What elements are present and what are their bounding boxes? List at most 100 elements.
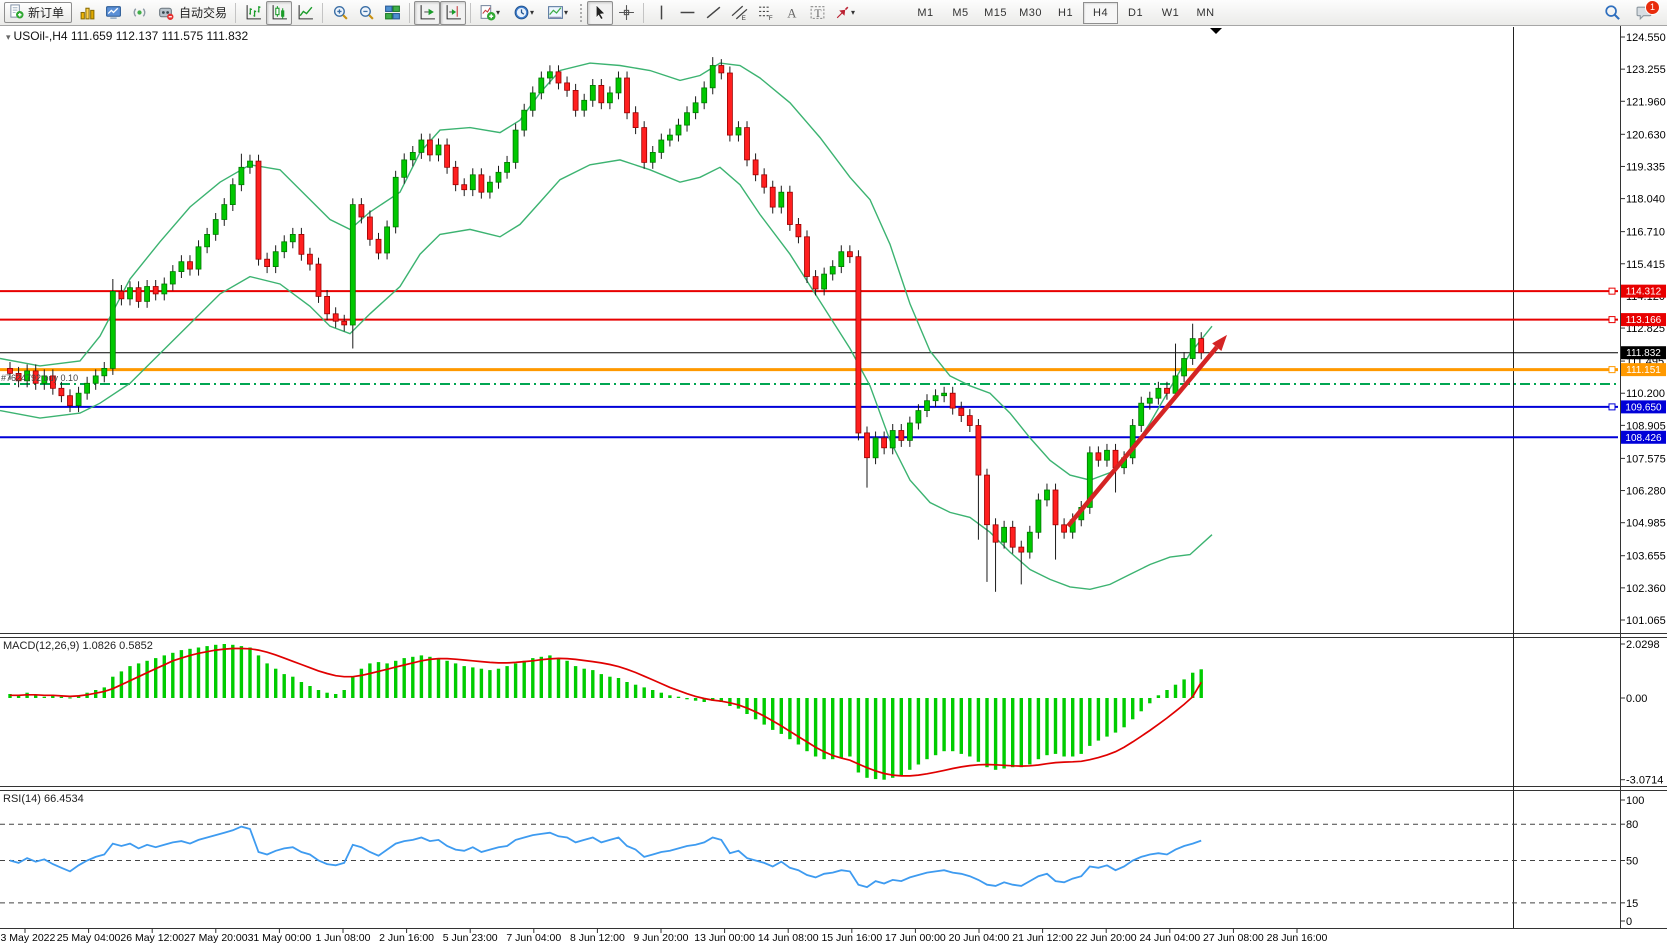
svg-text:101.065: 101.065 — [1626, 615, 1666, 627]
fibonacci-button[interactable]: F — [752, 1, 778, 25]
timeframe-button-W1[interactable]: W1 — [1153, 2, 1188, 24]
signals-button[interactable] — [126, 1, 152, 25]
crosshair-icon — [618, 4, 635, 21]
tile-windows-button[interactable] — [379, 1, 405, 25]
toolbar-separator — [235, 3, 236, 23]
chevron-down-icon: ▾ — [496, 8, 504, 17]
svg-text:1 Jun 08:00: 1 Jun 08:00 — [316, 932, 371, 944]
symbol-ohlc-text: USOil-,H4 111.659 112.137 111.575 111.83… — [14, 29, 249, 43]
timeframe-button-MN[interactable]: MN — [1188, 2, 1223, 24]
cursor-button[interactable] — [587, 1, 613, 25]
svg-text:28 Jun 16:00: 28 Jun 16:00 — [1267, 932, 1328, 944]
svg-text:A: A — [787, 6, 797, 20]
bar-chart-button[interactable] — [240, 1, 266, 25]
timeframe-button-M15[interactable]: M15 — [978, 2, 1013, 24]
svg-text:13 Jun 00:00: 13 Jun 00:00 — [694, 932, 755, 944]
auto-scroll-button[interactable] — [414, 1, 440, 25]
templates-button[interactable]: ▾ — [543, 1, 577, 25]
order-line-label: #7624792 buy 0.10 — [1, 373, 78, 383]
svg-text:2.0298: 2.0298 — [1626, 639, 1660, 651]
line-chart-button[interactable] — [292, 1, 318, 25]
timeframe-button-M5[interactable]: M5 — [943, 2, 978, 24]
equidistant-channel-button[interactable]: E — [726, 1, 752, 25]
macd-axis[interactable]: 2.02980.00-3.0714 — [1620, 639, 1663, 787]
toolbar-separator — [643, 3, 644, 23]
chart-shift-button[interactable] — [440, 1, 466, 25]
svg-text:F: F — [768, 15, 772, 21]
svg-text:121.960: 121.960 — [1626, 96, 1666, 108]
market-watch-icon — [105, 4, 122, 21]
time-axis[interactable]: 23 May 202225 May 04:0026 May 12:0027 Ma… — [0, 929, 1328, 944]
svg-text:111.151: 111.151 — [1626, 365, 1661, 376]
svg-text:50: 50 — [1626, 856, 1638, 868]
charts-button[interactable] — [74, 1, 100, 25]
horizontal-line-icon — [679, 4, 696, 21]
svg-text:115.415: 115.415 — [1626, 259, 1665, 271]
text-label-button[interactable]: T — [804, 1, 830, 25]
signals-icon — [131, 4, 148, 21]
rsi-axis[interactable]: 1008050150 — [1620, 795, 1644, 928]
notifications-button[interactable]: 1 — [1631, 1, 1657, 25]
arrows-icon — [834, 4, 851, 21]
timeframe-button-H4[interactable]: H4 — [1083, 2, 1118, 24]
trend-arrow[interactable] — [1068, 335, 1227, 526]
chevron-down-icon: ▾ — [530, 8, 538, 17]
svg-text:107.575: 107.575 — [1626, 453, 1666, 465]
main-toolbar: 新订单 自动交易 ▾ ▾ ▾ E F A T ▾ M1M5M15M30H1 — [0, 0, 1667, 26]
auto-scroll-icon — [419, 4, 436, 21]
text-button[interactable]: A — [778, 1, 804, 25]
bollinger-lower-band — [0, 160, 1212, 589]
market-watch-button[interactable] — [100, 1, 126, 25]
search-button[interactable] — [1599, 1, 1625, 25]
timeframe-button-M1[interactable]: M1 — [908, 2, 943, 24]
chevron-down-icon: ▾ — [564, 8, 572, 17]
timeframe-button-H1[interactable]: H1 — [1048, 2, 1083, 24]
price-axis[interactable]: 124.550123.255121.960120.630119.335118.0… — [1620, 32, 1666, 627]
trendline-button[interactable] — [700, 1, 726, 25]
svg-text:106.280: 106.280 — [1626, 486, 1666, 498]
horizontal-lines[interactable] — [0, 288, 1618, 437]
svg-text:14 Jun 08:00: 14 Jun 08:00 — [758, 932, 819, 944]
candlesticks — [8, 57, 1204, 592]
svg-text:24 Jun 04:00: 24 Jun 04:00 — [1139, 932, 1200, 944]
crosshair-button[interactable] — [613, 1, 639, 25]
svg-text:108.426: 108.426 — [1625, 433, 1662, 444]
horizontal-line-button[interactable] — [674, 1, 700, 25]
chevron-down-icon: ▾ — [851, 8, 859, 17]
timeframe-button-D1[interactable]: D1 — [1118, 2, 1153, 24]
arrows-button[interactable]: ▾ — [830, 1, 864, 25]
mt4-window: 新订单 自动交易 ▾ ▾ ▾ E F A T ▾ M1M5M15M30H1 — [0, 0, 1667, 944]
periods-button[interactable]: ▾ — [509, 1, 543, 25]
vertical-line-button[interactable] — [648, 1, 674, 25]
zoom-out-icon — [358, 4, 375, 21]
svg-text:E: E — [741, 15, 745, 21]
auto-trading-label: 自动交易 — [179, 4, 227, 21]
svg-text:5 Jun 23:00: 5 Jun 23:00 — [443, 932, 498, 944]
svg-text:20 Jun 04:00: 20 Jun 04:00 — [949, 932, 1010, 944]
symbol-quote-line: ▾USOil-,H4 111.659 112.137 111.575 111.8… — [6, 29, 248, 43]
candlestick-chart-button[interactable] — [266, 1, 292, 25]
svg-text:102.360: 102.360 — [1626, 583, 1666, 595]
svg-text:0.00: 0.00 — [1626, 693, 1647, 705]
auto-trading-button[interactable] — [152, 1, 178, 25]
svg-text:119.335: 119.335 — [1626, 161, 1665, 173]
svg-text:22 Jun 20:00: 22 Jun 20:00 — [1076, 932, 1137, 944]
zoom-out-button[interactable] — [353, 1, 379, 25]
template-icon — [547, 4, 564, 21]
text-icon: A — [783, 4, 800, 21]
candlestick-chart-icon — [271, 4, 288, 21]
zoom-in-button[interactable] — [327, 1, 353, 25]
chart-shift-marker[interactable] — [1210, 28, 1222, 34]
chart-canvas[interactable]: 124.550123.255121.960120.630119.335118.0… — [0, 26, 1667, 944]
timeframe-button-M30[interactable]: M30 — [1013, 2, 1048, 24]
notification-badge: 1 — [1645, 0, 1660, 15]
svg-text:0: 0 — [1626, 916, 1632, 928]
rsi-indicator-label: RSI(14) 66.4534 — [3, 793, 84, 805]
toolbar-separator — [322, 3, 323, 23]
indicators-button[interactable]: ▾ — [475, 1, 509, 25]
svg-text:110.200: 110.200 — [1626, 388, 1665, 400]
new-order-button[interactable]: 新订单 — [4, 2, 72, 23]
svg-text:T: T — [814, 7, 821, 20]
svg-text:15: 15 — [1626, 898, 1638, 910]
equidistant-channel-icon: E — [731, 4, 748, 21]
